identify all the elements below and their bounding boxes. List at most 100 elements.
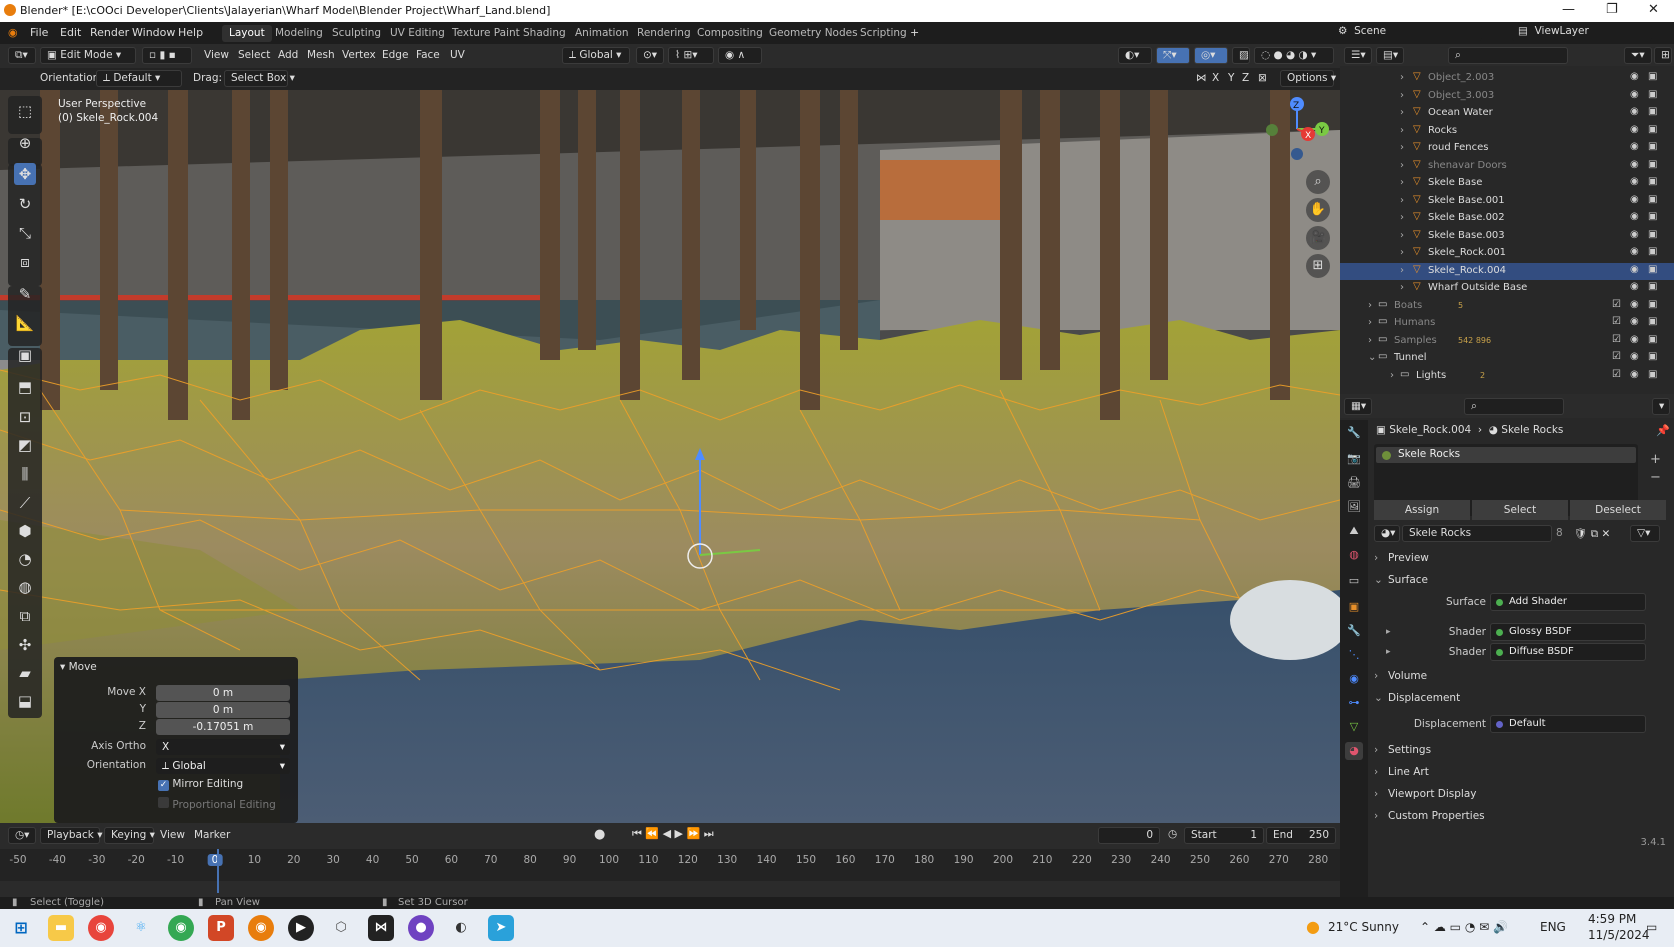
- rip-tool-icon[interactable]: ⬓: [14, 690, 36, 712]
- assign-button[interactable]: Assign: [1374, 500, 1470, 520]
- scene-selector[interactable]: ⚙ Scene: [1332, 24, 1482, 41]
- render-camera-icon[interactable]: ▣: [1648, 89, 1657, 100]
- visibility-eye-icon[interactable]: ◉: [1630, 334, 1639, 345]
- render-camera-icon[interactable]: ▣: [1648, 141, 1657, 152]
- chrome-icon[interactable]: ◉: [88, 915, 114, 941]
- outliner-row[interactable]: › ▽ shenavar Doors ◉ ▣: [1340, 158, 1674, 175]
- outliner-row[interactable]: › ▽ Skele Base ◉ ▣: [1340, 175, 1674, 192]
- measure-tool-icon[interactable]: 📐: [14, 312, 36, 334]
- timeline-marker-menu[interactable]: Marker: [194, 829, 230, 841]
- loop-cut-tool-icon[interactable]: ⫼: [14, 463, 36, 485]
- proportional-editing-checkbox[interactable]: Proportional Editing: [158, 797, 276, 811]
- shader2-field[interactable]: Diffuse BSDF: [1490, 643, 1646, 661]
- poly-build-tool-icon[interactable]: ⬢: [14, 520, 36, 542]
- render-camera-icon[interactable]: ▣: [1648, 334, 1657, 345]
- deselect-button[interactable]: Deselect: [1570, 500, 1666, 520]
- transform-tool-icon[interactable]: ⧈: [14, 251, 36, 273]
- visibility-eye-icon[interactable]: ◉: [1630, 124, 1639, 135]
- smooth-tool-icon[interactable]: ◍: [14, 576, 36, 598]
- notifications-icon[interactable]: ▭: [1646, 920, 1657, 934]
- move-z-field[interactable]: -0.17051 m: [156, 719, 290, 735]
- react-app-icon[interactable]: ⚛: [128, 915, 154, 941]
- render-camera-icon[interactable]: ▣: [1648, 246, 1657, 257]
- fake-user-icon[interactable]: 🛡 ⧉ ✕: [1574, 527, 1610, 541]
- outliner-row[interactable]: › ▽ Object_3.003 ◉ ▣: [1340, 88, 1674, 105]
- pivot-point-icon[interactable]: ⊙▾: [636, 47, 664, 64]
- annotate-tool-icon[interactable]: ✎: [14, 283, 36, 305]
- settings-section[interactable]: › Settings: [1374, 744, 1664, 764]
- transform-orientation[interactable]: ⟂ Global ▾: [562, 47, 630, 64]
- edge-slide-tool-icon[interactable]: ⧉: [14, 605, 36, 627]
- tab-texture-paint[interactable]: Texture Paint: [445, 25, 527, 42]
- visibility-eye-icon[interactable]: ◉: [1630, 176, 1639, 187]
- collection-checkbox[interactable]: ☑: [1612, 316, 1621, 327]
- header-menu-face[interactable]: Face: [416, 49, 440, 61]
- mirror-editing-checkbox[interactable]: ✓ Mirror Editing: [158, 778, 243, 791]
- menu-render[interactable]: Render: [90, 26, 129, 39]
- visibility-eye-icon[interactable]: ◉: [1630, 369, 1639, 380]
- render-camera-icon[interactable]: ▣: [1648, 176, 1657, 187]
- material-slot-item[interactable]: Skele Rocks: [1376, 447, 1636, 463]
- outliner-row[interactable]: › ▽ Ocean Water ◉ ▣: [1340, 105, 1674, 122]
- language-indicator[interactable]: ENG: [1540, 920, 1566, 934]
- tab-compositing[interactable]: Compositing: [690, 25, 770, 42]
- spin-tool-icon[interactable]: ◔: [14, 548, 36, 570]
- visibility-icon[interactable]: ◐▾: [1118, 47, 1152, 64]
- visibility-eye-icon[interactable]: ◉: [1630, 211, 1639, 222]
- clock-time[interactable]: 4:59 PM: [1588, 912, 1636, 926]
- expand-arrow-icon[interactable]: ›: [1368, 335, 1372, 346]
- select-button[interactable]: Select: [1472, 500, 1568, 520]
- mirror-x-toggle[interactable]: X: [1212, 72, 1219, 84]
- outliner-row[interactable]: › ▽ Skele_Rock.001 ◉ ▣: [1340, 245, 1674, 262]
- expand-arrow-icon[interactable]: ›: [1368, 300, 1372, 311]
- material-tab-icon[interactable]: ◕: [1345, 742, 1363, 760]
- visibility-eye-icon[interactable]: ◉: [1630, 159, 1639, 170]
- camera-view-icon[interactable]: 🎥: [1306, 226, 1330, 250]
- tool-tab-icon[interactable]: 🔧: [1345, 424, 1363, 442]
- inset-tool-icon[interactable]: ⊡: [14, 406, 36, 428]
- tab-geometry-nodes[interactable]: Geometry Nodes: [762, 25, 865, 42]
- move-y-field[interactable]: 0 m: [156, 702, 290, 718]
- filter-icon[interactable]: ⏷▾: [1624, 47, 1652, 64]
- outliner-row[interactable]: › ▽ Rocks ◉ ▣: [1340, 123, 1674, 140]
- drag-dropdown[interactable]: Select Box ▾: [224, 70, 295, 87]
- pin-icon[interactable]: 📌: [1656, 424, 1670, 437]
- start-frame-field[interactable]: Start 1: [1184, 827, 1264, 844]
- expand-arrow-icon[interactable]: ›: [1400, 160, 1404, 171]
- visual-studio-icon[interactable]: ⋈: [368, 915, 394, 941]
- visibility-eye-icon[interactable]: ◉: [1630, 281, 1639, 292]
- github-icon[interactable]: ●: [408, 915, 434, 941]
- timeline-editor-type-icon[interactable]: ◷▾: [8, 827, 36, 844]
- telegram-icon[interactable]: ➤: [488, 915, 514, 941]
- mesh-symmetry-icon[interactable]: ⋈: [1196, 72, 1207, 84]
- expand-arrow-icon[interactable]: ›: [1390, 370, 1394, 381]
- tab-sculpting[interactable]: Sculpting: [325, 25, 388, 42]
- viewport-display-section[interactable]: › Viewport Display: [1374, 788, 1664, 808]
- overlay-toggle-icon[interactable]: ◎▾: [1194, 47, 1228, 64]
- close-button[interactable]: ✕: [1648, 2, 1659, 17]
- expand-arrow-icon[interactable]: ›: [1400, 107, 1404, 118]
- displacement-section[interactable]: ⌄ Displacement: [1374, 692, 1664, 712]
- volume-section[interactable]: › Volume: [1374, 670, 1664, 690]
- outliner-collection-row[interactable]: › ▭ Boats 5 ☑ ◉ ▣: [1340, 298, 1674, 315]
- output-tab-icon[interactable]: 🖨: [1345, 474, 1363, 492]
- material-users-count[interactable]: 8: [1556, 527, 1563, 539]
- shader1-field[interactable]: Glossy BSDF: [1490, 623, 1646, 641]
- visibility-eye-icon[interactable]: ◉: [1630, 316, 1639, 327]
- tab-layout[interactable]: Layout: [222, 25, 272, 42]
- line-art-section[interactable]: › Line Art: [1374, 766, 1664, 786]
- visibility-eye-icon[interactable]: ◉: [1630, 71, 1639, 82]
- pan-hand-icon[interactable]: ✋: [1306, 198, 1330, 222]
- select-mode-buttons[interactable]: ▫ ▮ ▪: [142, 47, 192, 64]
- collection-checkbox[interactable]: ☑: [1612, 299, 1621, 310]
- header-menu-mesh[interactable]: Mesh: [307, 49, 335, 61]
- header-menu-view[interactable]: View: [204, 49, 229, 61]
- menu-help[interactable]: Help: [178, 26, 203, 39]
- cursor-tool-icon[interactable]: ⊕: [14, 132, 36, 154]
- timeline-view-menu[interactable]: View: [160, 829, 185, 841]
- current-frame-field[interactable]: 0: [1098, 827, 1160, 844]
- orientation-dropdown[interactable]: ⟂ Default ▾: [96, 70, 182, 87]
- header-menu-add[interactable]: Add: [278, 49, 298, 61]
- clock-date[interactable]: 11/5/2024: [1588, 928, 1650, 942]
- gizmo-neg-z-axis[interactable]: [1291, 148, 1303, 160]
